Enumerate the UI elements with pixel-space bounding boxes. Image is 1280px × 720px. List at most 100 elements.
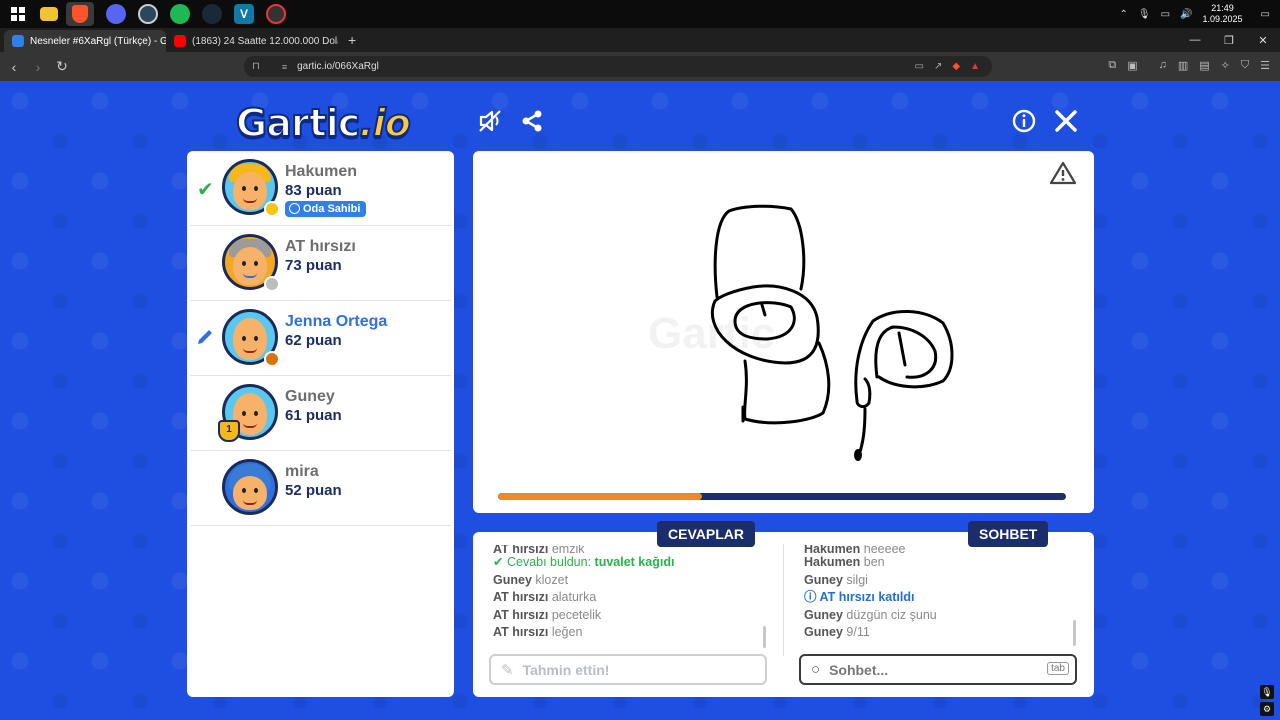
avatar-face [233,318,267,360]
list-item: ⓘ AT hırsızı katıldı [804,590,915,605]
leo-ai-icon[interactable]: ✧ [1221,59,1230,72]
vpn-icon[interactable]: ⛉ [1241,59,1249,72]
steam-alt-icon[interactable] [138,4,158,24]
mute-sound-icon[interactable] [478,109,504,139]
answers-list: AT hırsızı emzik ✔ Cevabı buldun: tuvale… [493,545,773,655]
spotify-icon[interactable] [170,4,190,24]
brave-shields-icon[interactable]: ◆ [952,61,960,72]
restore-icon[interactable]: ❐ [1212,34,1246,47]
vscode-icon[interactable]: V [234,4,254,24]
clock-date: 1.09.2025 [1202,14,1243,24]
cast-icon[interactable]: ▭ [915,61,924,72]
address-bar[interactable]: ⊓ ≡ gartic.io/066XaRgl ▭ ↗ ◆ ▲ [244,56,992,77]
tab-title: (1863) 24 Saatte 12.000.000 Dolar To [192,35,338,47]
avatar-eye [254,336,258,341]
round-timer-fill [498,493,703,500]
player-row[interactable]: 1 Guney 61 puan [190,376,451,451]
forward-icon[interactable]: › [28,59,48,75]
list-item: Guney düzgün ciz şunu [804,607,937,622]
site-settings-icon[interactable]: ≡ [282,62,287,72]
share-icon[interactable]: ↗ [934,61,942,72]
drawing-canvas[interactable]: Gartic [473,151,1094,513]
badge-label: Oda Sahibi [303,203,361,215]
windows-taskbar: V ⌃ 🎙 ▭ 🔊 21:49 1.09.2025 ▭ [0,0,1280,28]
browser-tab-gartic[interactable]: Nesneler #6XaRgl (Türkçe) - Gar ✕ [4,30,166,52]
list-item: AT hırsızı alaturka [493,590,597,605]
guess-placeholder: Tahmin ettin! [522,661,610,678]
list-item: AT hırsızı pecetelik [493,607,602,622]
pencil-icon: ✎ [501,661,514,679]
share-icon[interactable] [520,109,544,139]
avatar-face [233,172,267,210]
avatar-eye [242,488,246,493]
pencil-icon [195,327,215,352]
chat-scrollbar[interactable] [1073,620,1076,646]
brave-browser-icon[interactable] [66,2,94,26]
system-clock[interactable]: 21:49 1.09.2025 [1203,3,1243,25]
windows-start-icon[interactable] [8,4,28,24]
player-row[interactable]: AT hırsızı 73 puan [190,226,451,301]
bookmark-icon[interactable]: ⊓ [252,61,260,72]
list-item: Guney silgi [804,572,868,587]
player-name: AT hırsızı [285,238,356,255]
wallet-icon[interactable]: ▤ [1199,59,1209,72]
screenshot-icon[interactable]: ▣ [1127,59,1137,72]
round-timer-bar [498,493,1066,500]
browser-tab-youtube[interactable]: (1863) 24 Saatte 12.000.000 Dolar To [166,30,338,52]
notification-icon[interactable]: ▭ [1261,9,1270,20]
player-score: 61 puan [285,407,342,424]
steam-icon[interactable] [202,4,222,24]
back-icon[interactable]: ‹ [4,59,24,75]
close-window-icon[interactable]: ✕ [1246,34,1280,47]
checkmark-icon: ✔ [197,179,214,201]
chat-list: Hakumen heeeee Hakumen ben Guney silgi ⓘ… [804,545,1084,655]
avatar-eye [254,261,258,266]
player-name: Hakumen [285,163,358,180]
list-item: Guney 9/11 [804,625,870,640]
guess-input[interactable]: ✎ Tahmin ettin! [489,654,767,685]
record-icon[interactable] [266,4,286,24]
new-tab-icon[interactable]: + [348,32,356,48]
avatar-face [233,247,267,285]
player-name: mira [285,463,319,480]
microphone-icon[interactable]: 🎙 [1138,9,1151,20]
chat-input[interactable]: ○ Sohbet... tab [799,654,1077,685]
sidebar-icon[interactable]: ▥ [1178,59,1188,72]
tab-title: Nesneler #6XaRgl (Türkçe) - Gar [30,35,166,47]
list-item: AT hırsızı emzik [493,545,585,554]
discord-icon[interactable] [106,4,126,24]
avatar-eye [242,186,246,191]
status-dot [264,351,280,367]
close-game-icon[interactable] [1054,109,1078,139]
answers-tab[interactable]: CEVAPLAR [657,521,755,547]
info-icon[interactable] [1012,109,1036,139]
menu-icon[interactable]: ☰ [1260,59,1270,72]
gartic-logo[interactable]: Gartic.io [235,100,412,146]
minimize-icon[interactable]: — [1178,34,1212,46]
player-row[interactable]: ✔ Hakumen 83 puan Oda Sahibi [190,151,451,226]
player-row[interactable]: Jenna Ortega 62 puan [190,301,451,376]
logo-main: Gartic [235,100,361,146]
list-item: Hakumen ben [804,555,885,569]
answers-scrollbar[interactable] [763,626,766,648]
reload-icon[interactable]: ↻ [52,58,72,75]
checkmark-icon: ✔ [493,555,504,569]
extensions-icon[interactable]: ⧉ [1108,59,1116,72]
player-score: 73 puan [285,257,342,274]
player-score: 62 puan [285,332,342,349]
microphone-icon[interactable]: 🎙 [1260,685,1274,699]
chevron-up-icon[interactable]: ⌃ [1120,9,1128,20]
corner-overlay-icons: 🎙 ⚙ [1260,685,1274,716]
settings-icon[interactable]: ⚙ [1260,702,1274,716]
music-icon[interactable]: ♫ [1159,59,1167,72]
info-circle-icon: ⓘ [804,590,817,605]
network-icon[interactable]: ▭ [1161,9,1170,20]
tab-key-hint: tab [1047,662,1069,675]
brave-rewards-icon[interactable]: ▲ [970,61,980,72]
file-explorer-icon[interactable] [40,7,58,21]
player-row[interactable]: mira 52 puan [190,451,451,526]
answers-chat-panel: CEVAPLAR SOHBET AT hırsızı emzik ✔ Cevab… [473,521,1094,697]
chat-tab[interactable]: SOHBET [968,521,1049,547]
url-text: gartic.io/066XaRgl [297,61,379,72]
volume-icon[interactable]: 🔊 [1180,9,1192,20]
